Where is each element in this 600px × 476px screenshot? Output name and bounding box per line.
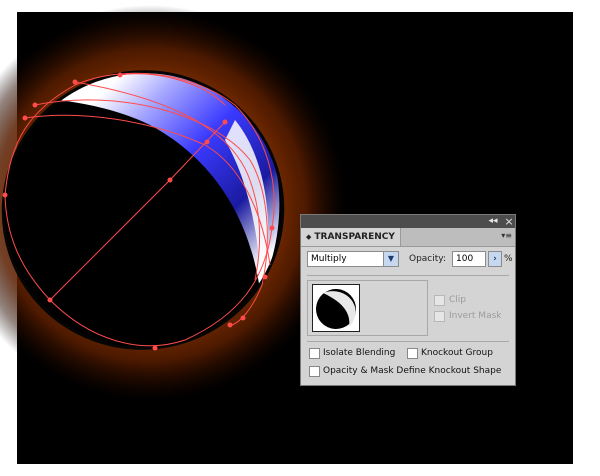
blend-opacity-row: Multiply ▼ Opacity: 100 › % [307, 251, 513, 269]
object-thumbnail[interactable] [312, 284, 360, 332]
tab-transparency[interactable]: ◆ TRANSPARENCY [301, 228, 401, 246]
opacity-mask-knockout-label: Opacity & Mask Define Knockout Shape [323, 366, 502, 376]
knockout-group-checkbox[interactable] [407, 348, 418, 359]
thumbnail-area [307, 280, 428, 336]
panel-menu-icon[interactable]: ▾≡ [501, 231, 512, 241]
opacity-unit: % [504, 254, 513, 264]
knockout-group-label: Knockout Group [421, 348, 493, 358]
divider [307, 275, 509, 276]
opacity-label: Opacity: [409, 254, 446, 264]
chevron-down-icon[interactable]: ▼ [383, 252, 398, 266]
divider [307, 341, 509, 342]
transparency-panel: ◂◂ × ◆ TRANSPARENCY ▾≡ Multiply ▼ Opacity… [300, 214, 516, 386]
panel-tab-row: ◆ TRANSPARENCY ▾≡ [301, 228, 515, 247]
invert-mask-label: Invert Mask [449, 311, 502, 321]
tab-toggle-icon: ◆ [306, 233, 312, 241]
isolate-blending-checkbox[interactable] [309, 348, 320, 359]
close-icon[interactable]: × [503, 215, 515, 228]
isolate-blending-label: Isolate Blending [323, 348, 396, 358]
panel-title-bar[interactable]: ◂◂ × [301, 215, 515, 228]
blend-mode-value: Multiply [311, 254, 347, 264]
invert-mask-checkbox[interactable] [434, 311, 445, 322]
opacity-mask-knockout-checkbox[interactable] [309, 366, 320, 377]
collapse-icon[interactable]: ◂◂ [487, 215, 499, 228]
clip-label: Clip [449, 295, 466, 305]
clip-checkbox[interactable] [434, 295, 445, 306]
opacity-input[interactable]: 100 [452, 251, 486, 267]
opacity-slider-button[interactable]: › [488, 251, 502, 267]
blend-mode-dropdown[interactable]: Multiply ▼ [307, 251, 399, 267]
tab-label: TRANSPARENCY [314, 232, 395, 242]
thumbnail-preview-icon [313, 285, 359, 331]
